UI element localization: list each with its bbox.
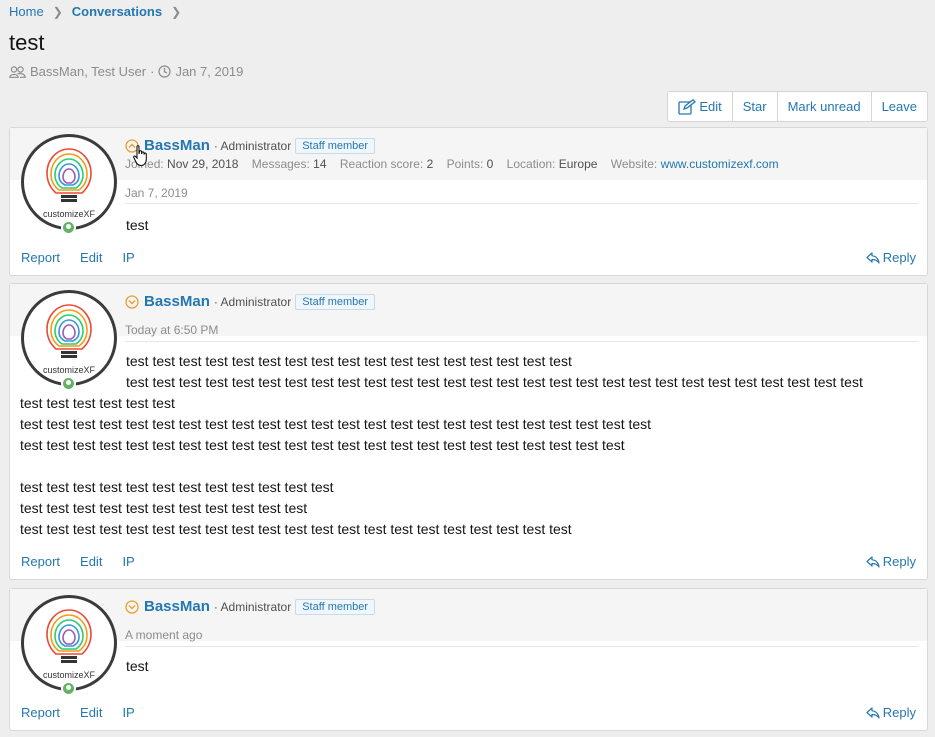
username[interactable]: BassMan: [144, 598, 210, 615]
message-actions: Report Edit IP: [21, 705, 155, 720]
report-link[interactable]: Report: [21, 250, 60, 265]
message-date[interactable]: A moment ago: [125, 628, 202, 642]
message-body-line: test test test test test test test test …: [20, 521, 572, 537]
users-icon: [9, 65, 26, 78]
edit-link[interactable]: Edit: [80, 705, 102, 720]
user-role: · Administrator: [213, 138, 292, 153]
user-line: BassMan · Administrator Staff member: [125, 293, 376, 310]
message-body-line: test test test test test test: [20, 395, 175, 411]
edit-link[interactable]: Edit: [80, 250, 102, 265]
avatar-label: customizeXF: [42, 209, 95, 219]
edit-link[interactable]: Edit: [80, 554, 102, 569]
participants[interactable]: BassMan, Test User: [30, 64, 146, 79]
staff-badge: Staff member: [295, 137, 376, 154]
avatar-label: customizeXF: [42, 365, 95, 375]
expand-toggle-icon[interactable]: [125, 294, 139, 309]
reply-icon: [866, 706, 880, 719]
staff-badge: Staff member: [295, 598, 376, 615]
leave-button[interactable]: Leave: [872, 92, 927, 121]
message-body-line: test test test test test test test test …: [20, 437, 625, 453]
message-body-line: test test test test test test test test …: [126, 353, 572, 369]
message-body: test: [126, 658, 149, 674]
reply-icon: [866, 555, 880, 568]
ip-link[interactable]: IP: [122, 250, 134, 265]
chevron-right-icon: ❯: [52, 4, 63, 19]
divider: [125, 203, 918, 204]
message-actions: Report Edit IP: [21, 554, 155, 569]
ip-link[interactable]: IP: [122, 554, 134, 569]
breadcrumb-conversations[interactable]: Conversations: [72, 4, 162, 19]
avatar[interactable]: customizeXF: [21, 290, 117, 386]
avatar[interactable]: customizeXF: [21, 134, 117, 230]
message-body-line: test test test test test test test test …: [20, 500, 308, 516]
mark-unread-button[interactable]: Mark unread: [778, 92, 872, 121]
conversation-date[interactable]: Jan 7, 2019: [175, 64, 243, 79]
avatar[interactable]: customizeXF: [21, 595, 117, 691]
conversation-meta: BassMan, Test User · Jan 7, 2019: [9, 64, 243, 79]
website-link[interactable]: www.customizexf.com: [661, 157, 779, 171]
reply-icon: [866, 251, 880, 264]
report-link[interactable]: Report: [21, 554, 60, 569]
clock-icon: [158, 65, 172, 78]
edit-button[interactable]: Edit: [668, 92, 733, 121]
online-status-icon: [61, 681, 76, 696]
message-date[interactable]: Today at 6:50 PM: [125, 323, 218, 337]
ip-link[interactable]: IP: [122, 705, 134, 720]
message-date[interactable]: Jan 7, 2019: [125, 186, 188, 200]
message-body-line: test test test test test test test test …: [20, 479, 334, 495]
reply-button[interactable]: Reply: [866, 705, 916, 720]
reply-button[interactable]: Reply: [866, 554, 916, 569]
user-line: BassMan · Administrator Staff member: [125, 598, 376, 615]
avatar-label: customizeXF: [42, 670, 95, 680]
message-body: test: [126, 217, 149, 233]
message-body-line: test test test test test test test test …: [126, 374, 863, 390]
user-line: BassMan · Administrator Staff member: [125, 137, 376, 154]
conversation-actions: Edit Star Mark unread Leave: [667, 91, 928, 122]
message-2: customizeXF BassMan · Administrator Staf…: [9, 283, 928, 580]
star-button[interactable]: Star: [733, 92, 778, 121]
username[interactable]: BassMan: [144, 293, 210, 310]
reply-button[interactable]: Reply: [866, 250, 916, 265]
report-link[interactable]: Report: [21, 705, 60, 720]
expand-toggle-icon[interactable]: [125, 599, 139, 614]
divider: [125, 646, 918, 647]
staff-badge: Staff member: [295, 293, 376, 310]
hand-pointer-cursor-icon: [133, 145, 147, 167]
user-role: · Administrator: [213, 599, 292, 614]
breadcrumb: Home ❯ Conversations ❯: [9, 4, 190, 19]
chevron-right-icon: ❯: [171, 4, 182, 19]
online-status-icon: [61, 220, 76, 235]
message-3: customizeXF BassMan · Administrator Staf…: [9, 588, 928, 731]
message-body-line: test test test test test test test test …: [20, 416, 652, 432]
username[interactable]: BassMan: [144, 137, 210, 154]
page-title: test: [9, 30, 45, 55]
user-stats: Joined: Nov 29, 2018 Messages: 14 Reacti…: [125, 157, 779, 171]
divider: [125, 341, 918, 342]
user-role: · Administrator: [213, 294, 292, 309]
breadcrumb-home[interactable]: Home: [9, 4, 44, 19]
online-status-icon: [61, 376, 76, 391]
edit-icon: [678, 98, 697, 115]
message-actions: Report Edit IP: [21, 250, 155, 265]
